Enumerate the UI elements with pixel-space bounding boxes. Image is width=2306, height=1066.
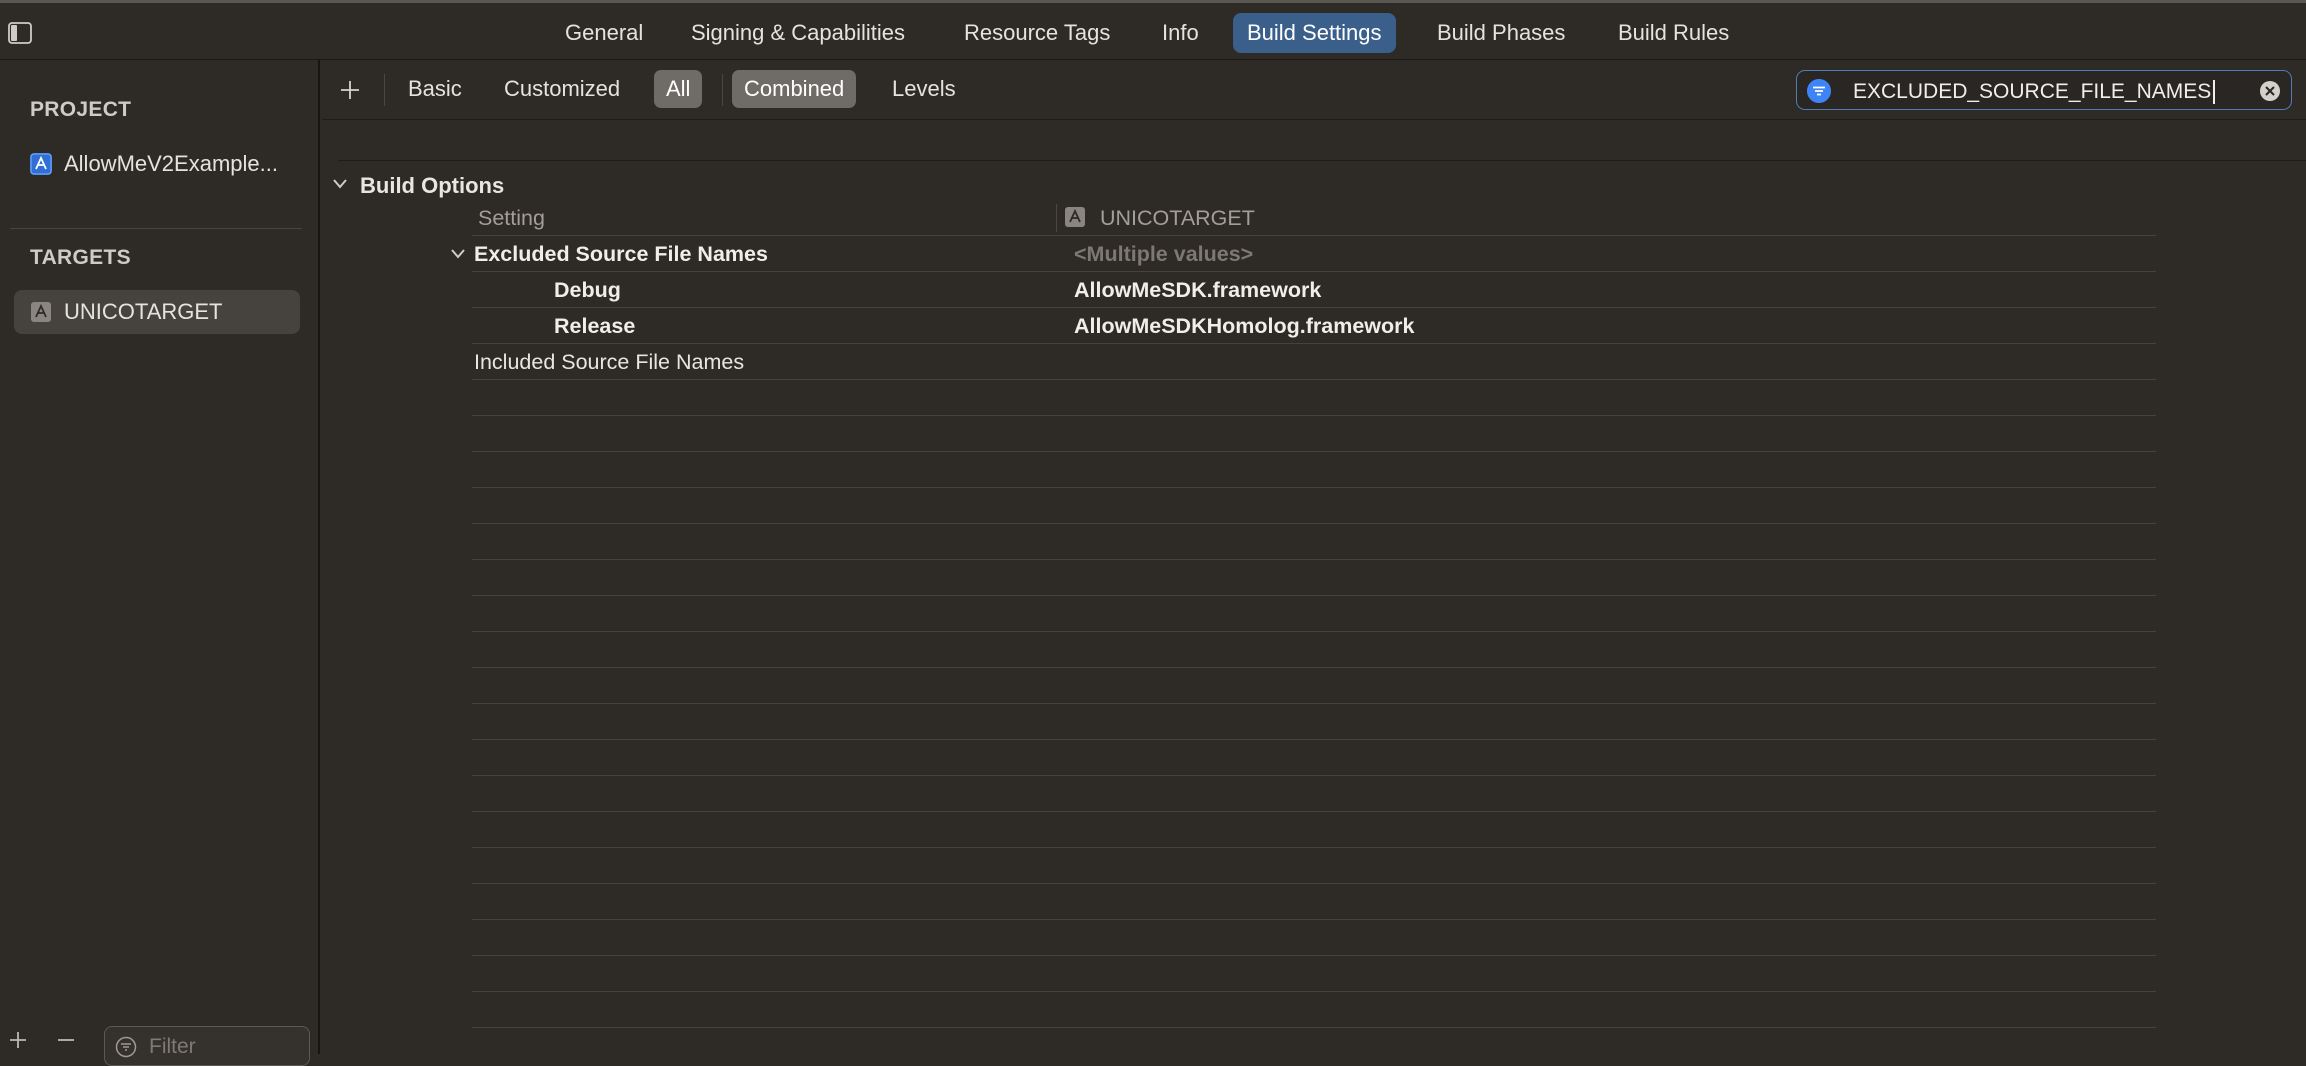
tab-signing-capabilities[interactable]: Signing & Capabilities [677,13,919,53]
setting-name: Excluded Source File Names [474,242,768,266]
table-header-row: Setting UNICOTARGET [472,200,2156,236]
column-header-setting: Setting [478,206,545,230]
setting-name: Included Source File Names [474,350,745,374]
search-input[interactable]: EXCLUDED_SOURCE_FILE_NAMES [1853,80,2216,104]
column-header-target: UNICOTARGET [1100,206,1255,230]
tab-general[interactable]: General [551,13,657,53]
empty-table-row [472,920,2156,956]
empty-table-row [472,452,2156,488]
empty-table-row [472,560,2156,596]
setting-value[interactable]: <Multiple values> [1074,242,1253,267]
toolbar-separator [384,74,385,106]
setting-value[interactable]: AllowMeSDK.framework [1074,278,1321,303]
table-row[interactable]: Debug AllowMeSDK.framework [472,272,2156,308]
empty-table-row [472,884,2156,920]
sidebar-filter-field[interactable]: Filter [104,1026,310,1066]
scope-customized-button[interactable]: Customized [496,70,628,108]
empty-table-row [472,416,2156,452]
sidebar-footer: Filter [0,1014,318,1066]
targets-sidebar: PROJECT AllowMeV2Example... TARGETS UNIC… [0,60,320,1066]
sidebar-item-label: UNICOTARGET [64,299,223,324]
remove-target-icon[interactable] [56,1030,76,1050]
app-target-icon [31,302,51,322]
sidebar-item-label: AllowMeV2Example... [64,151,278,176]
scope-all-button[interactable]: All [654,70,703,108]
project-icon [30,153,52,175]
setting-name: Release [554,314,636,338]
build-settings-editor: Basic Customized All Combined Levels EXC… [322,60,2306,1054]
empty-table-row [472,668,2156,704]
setting-value[interactable]: AllowMeSDKHomolog.framework [1074,314,1414,339]
empty-table-row [472,776,2156,812]
sidebar-divider [10,228,302,229]
empty-table-row [472,524,2156,560]
empty-table-row [472,704,2156,740]
empty-table-row [472,848,2156,884]
empty-table-row [472,992,2156,1028]
table-row[interactable]: Release AllowMeSDKHomolog.framework [472,308,2156,344]
filter-icon [115,1036,137,1058]
add-target-icon[interactable] [8,1030,28,1050]
chevron-down-icon[interactable] [332,178,348,190]
scope-basic-button[interactable]: Basic [400,70,470,108]
search-filter-icon[interactable] [1807,79,1831,103]
build-settings-search-field[interactable]: EXCLUDED_SOURCE_FILE_NAMES [1796,70,2292,110]
empty-table-row [472,956,2156,992]
group-title-build-options[interactable]: Build Options [360,173,504,199]
setting-name: Debug [554,278,621,302]
column-divider [1056,204,1057,232]
sidebar-item-project[interactable]: AllowMeV2Example... [14,142,300,186]
tab-info[interactable]: Info [1148,13,1213,53]
chevron-down-icon[interactable] [450,248,466,260]
targets-section-heading: TARGETS [30,246,131,269]
empty-table-row [472,632,2156,668]
section-divider [338,160,2306,161]
tab-resource-tags[interactable]: Resource Tags [950,13,1124,53]
project-section-heading: PROJECT [30,98,132,121]
tab-build-rules[interactable]: Build Rules [1604,13,1743,53]
empty-table-row [472,596,2156,632]
build-settings-toolbar: Basic Customized All Combined Levels EXC… [322,60,2306,120]
view-combined-button[interactable]: Combined [732,70,857,108]
clear-search-icon[interactable] [2259,80,2281,102]
filter-placeholder: Filter [149,1035,196,1058]
editor-tab-bar: General Signing & Capabilities Resource … [0,0,2306,60]
table-row[interactable]: Included Source File Names [472,344,2156,380]
sidebar-toggle-icon[interactable] [8,22,32,44]
view-levels-button[interactable]: Levels [884,70,964,108]
empty-table-row [472,488,2156,524]
sidebar-item-unicotarget[interactable]: UNICOTARGET [14,290,300,334]
tab-build-phases[interactable]: Build Phases [1423,13,1579,53]
tab-build-settings[interactable]: Build Settings [1233,13,1396,53]
add-setting-icon[interactable] [340,80,360,100]
empty-table-row [472,740,2156,776]
app-target-icon [1065,207,1085,227]
toolbar-separator [722,74,723,106]
empty-table-row [472,380,2156,416]
table-row[interactable]: Excluded Source File Names <Multiple val… [451,236,2156,272]
empty-table-row [472,812,2156,848]
